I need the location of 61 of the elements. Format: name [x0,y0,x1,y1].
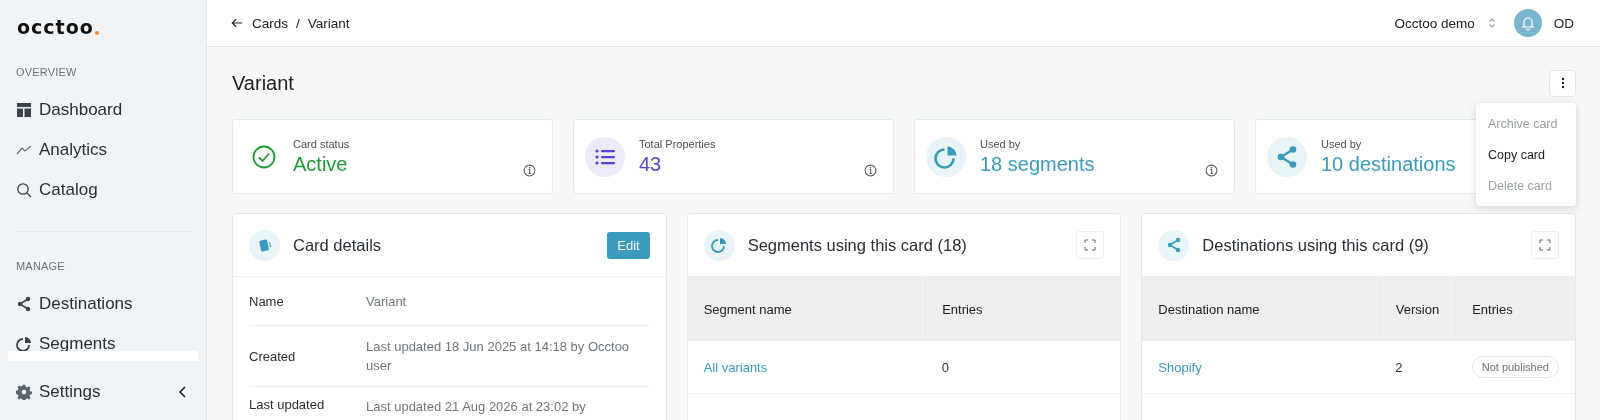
logo[interactable]: occtoo [17,18,99,37]
up-down-chevron-icon [1487,17,1496,29]
panel-title: Segments using this card (18) [747,235,968,255]
detail-label: Created [249,348,297,364]
back-arrow-icon[interactable] [231,17,243,29]
dashboard-icon [16,102,32,118]
settings-icon [16,384,32,400]
stat-label: Used by [1321,137,1363,150]
info-icon[interactable] [864,164,877,177]
expand-icon [1084,239,1097,251]
table-cell: 0 [925,341,1121,394]
pie-chart-icon [934,144,958,169]
panel-title: Card details [293,235,383,255]
stat-label: Total Properties [639,137,716,150]
sidebar-item[interactable]: Analytics [16,130,190,170]
vertical-dots-icon [1560,77,1565,89]
panel-title: Destinations using this card (9) [1202,235,1430,255]
pie-chart-icon [16,336,32,352]
sidebar-item[interactable]: Destinations [16,284,190,324]
pie-chart-icon [711,237,728,253]
sidebar-item[interactable]: Settings [39,382,171,402]
stat-value: Active [293,152,349,176]
column-header: Entries [1455,277,1575,341]
column-header: Segment name [687,277,926,341]
collapse-chevron-icon[interactable] [178,385,188,399]
stat-value: 18 segments [980,152,1095,176]
menu-item[interactable]: Copy card [1476,139,1576,170]
breadcrumb-link[interactable]: Variant [307,15,350,31]
stat-value: 43 [639,152,663,176]
card-icon [249,229,280,261]
breadcrumb-separator: / [296,15,300,31]
detail-value: Variant [366,292,407,311]
section-heading: OVERVIEW [16,66,78,78]
info-icon[interactable] [523,164,536,177]
stat-label: Card status [293,137,350,150]
detail-label: Name [249,293,285,309]
share-icon [1275,144,1299,169]
detail-value: Last updated 18 Jun 2025 at 14:18 by Occtoo user [366,338,631,375]
stat-label: Used by [980,137,1022,150]
search-icon [16,182,32,198]
section-heading: MANAGE [16,260,66,272]
expand-icon [1539,239,1551,251]
workspace-selector[interactable]: Occtoo demo [1394,15,1496,31]
page-title: Variant [232,71,294,95]
sidebar-item[interactable]: Segments [16,324,190,364]
column-header: Destination name [1142,277,1380,341]
column-header: Version [1379,277,1456,341]
sidebar-item[interactable]: Dashboard [16,90,190,130]
share-icon [1165,237,1182,253]
bell-icon [1519,15,1536,31]
check-circle-icon [252,144,276,169]
stat-value: 10 destinations [1321,152,1456,176]
user-initials[interactable]: OD [1553,15,1574,31]
sidebar-item[interactable]: Catalog [16,170,190,210]
detail-label: Last updated [249,397,326,412]
info-icon[interactable] [1205,164,1218,177]
breadcrumb-link[interactable]: Cards [252,15,288,31]
share-icon [16,296,32,312]
table-cell: 2 [1379,341,1456,394]
column-header: Entries [925,277,1121,341]
detail-value: Last updated 21 Aug 2026 at 23:02 by [366,398,586,416]
